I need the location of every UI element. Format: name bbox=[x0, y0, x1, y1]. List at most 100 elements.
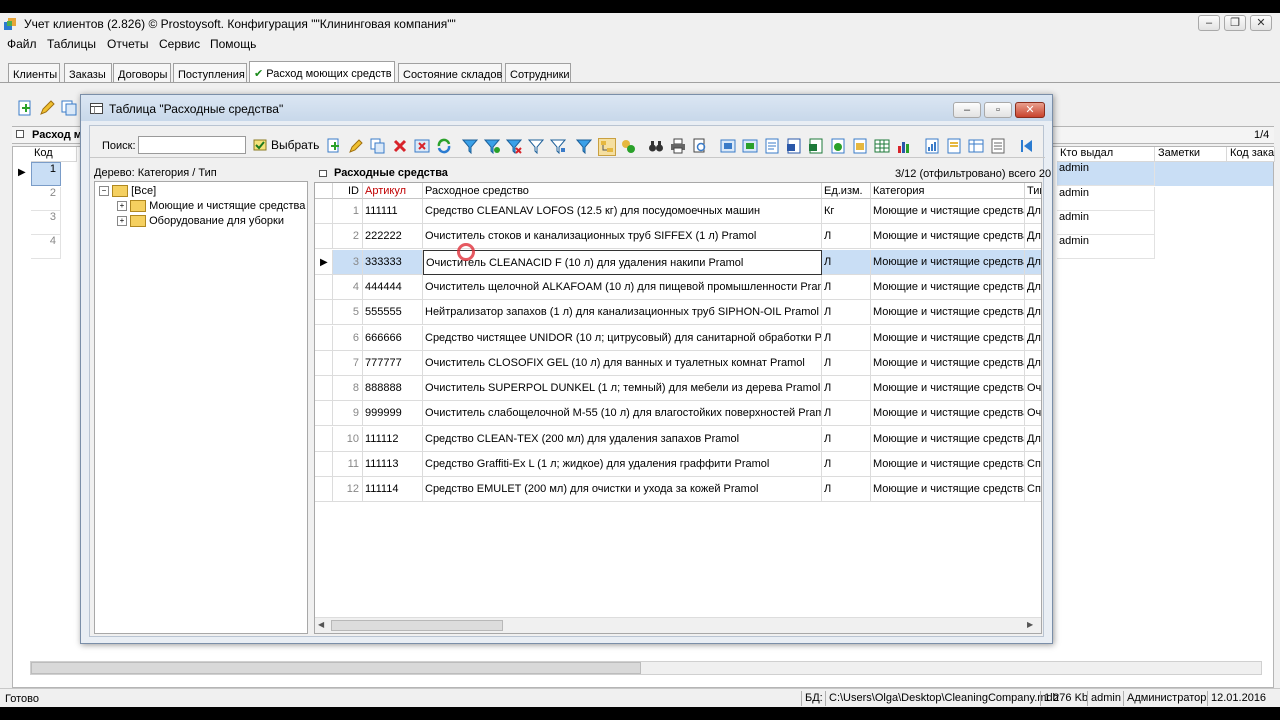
grid-cell-sku[interactable]: 111111 bbox=[363, 199, 423, 224]
tree-expand-icon[interactable]: + bbox=[117, 201, 127, 212]
grid-cell-category[interactable]: Моющие и чистящие средства bbox=[871, 300, 1025, 325]
col-header-code[interactable]: Код bbox=[31, 147, 77, 162]
maximize-button[interactable]: ❐ bbox=[1224, 15, 1246, 31]
grid-cell-category[interactable]: Моющие и чистящие средства bbox=[871, 351, 1025, 376]
grid-cell-id[interactable]: 6 bbox=[333, 326, 363, 351]
grid-cell-unit[interactable]: Л bbox=[822, 351, 871, 376]
grid-cell-sku[interactable]: 444444 bbox=[363, 275, 423, 300]
grid-cell-category[interactable]: Моющие и чистящие средства bbox=[871, 427, 1025, 452]
delete-all-icon[interactable] bbox=[414, 138, 430, 154]
grid-cell-name[interactable]: Нейтрализатор запахов (1 л) для канализа… bbox=[423, 300, 822, 325]
menu-help[interactable]: Помощь bbox=[210, 37, 256, 51]
grid-cell-type[interactable]: Очис bbox=[1025, 401, 1041, 426]
grid-cell-type[interactable]: Для bbox=[1025, 224, 1041, 249]
main-row-code[interactable]: 1 bbox=[31, 162, 61, 186]
tab-consumption[interactable]: ✔ Расход моющих средств bbox=[249, 61, 395, 83]
grid-cell-name[interactable]: Средство CLEAN-TEX (200 мл) для удаления… bbox=[423, 427, 822, 452]
grid-cell-unit[interactable]: Л bbox=[822, 427, 871, 452]
dialog-close-button[interactable]: ✕ bbox=[1015, 102, 1045, 118]
grid-cell-unit[interactable]: Л bbox=[822, 224, 871, 249]
add-record-icon[interactable] bbox=[326, 138, 342, 154]
edit-pencil-icon[interactable] bbox=[348, 138, 364, 154]
grid-cell-category[interactable]: Моющие и чистящие средства bbox=[871, 224, 1025, 249]
grid-cell-category[interactable]: Моющие и чистящие средства bbox=[871, 275, 1025, 300]
tab-clients[interactable]: Клиенты bbox=[8, 63, 60, 83]
filter-clear-icon[interactable] bbox=[528, 138, 544, 154]
group-icon[interactable] bbox=[620, 138, 636, 154]
grid-cell-sku[interactable]: 333333 bbox=[363, 250, 423, 275]
col-header-notes[interactable]: Заметки bbox=[1155, 147, 1227, 162]
tree-view-toggle-icon[interactable] bbox=[598, 138, 616, 156]
main-scroll-thumb[interactable] bbox=[31, 662, 641, 674]
row-indicator[interactable] bbox=[315, 326, 333, 351]
tree-root[interactable]: − [Все] bbox=[99, 185, 156, 198]
grid-cell-id[interactable]: 11 bbox=[333, 452, 363, 477]
search-input[interactable] bbox=[138, 136, 246, 154]
dialog-maximize-button[interactable]: ▫ bbox=[984, 102, 1012, 118]
main-row-issued-by[interactable]: admin bbox=[1057, 187, 1155, 211]
copy-record-icon[interactable] bbox=[370, 138, 386, 154]
row-indicator[interactable] bbox=[315, 351, 333, 376]
go-first-icon[interactable] bbox=[1018, 138, 1034, 154]
main-row-issued-by[interactable]: admin bbox=[1057, 211, 1155, 235]
settings-list-icon[interactable] bbox=[990, 138, 1006, 154]
grid-cell-id[interactable]: 4 bbox=[333, 275, 363, 300]
col-header-issued-by[interactable]: Кто выдал bbox=[1057, 147, 1155, 162]
row-indicator[interactable] bbox=[315, 300, 333, 325]
grid-cell-category[interactable]: Моющие и чистящие средства bbox=[871, 376, 1025, 401]
col-header-order-code[interactable]: Код зака bbox=[1227, 147, 1275, 162]
grid-cell-category[interactable]: Моющие и чистящие средства bbox=[871, 199, 1025, 224]
main-row-code[interactable]: 2 bbox=[31, 187, 61, 211]
grid-cell-sku[interactable]: 777777 bbox=[363, 351, 423, 376]
row-indicator[interactable] bbox=[315, 376, 333, 401]
col-header-category[interactable]: Категория bbox=[871, 183, 1025, 199]
grid-cell-type[interactable]: Для bbox=[1025, 199, 1041, 224]
report-icon[interactable] bbox=[924, 138, 940, 154]
grid-cell-unit[interactable]: Л bbox=[822, 452, 871, 477]
filter-icon[interactable] bbox=[462, 138, 478, 154]
grid-cell-sku[interactable]: 999999 bbox=[363, 401, 423, 426]
main-row-code[interactable]: 3 bbox=[31, 211, 61, 235]
grid-cell-type[interactable]: Для bbox=[1025, 427, 1041, 452]
tree-collapse-icon[interactable]: − bbox=[99, 186, 109, 197]
grid-cell-unit[interactable]: Л bbox=[822, 376, 871, 401]
row-indicator[interactable] bbox=[315, 452, 333, 477]
delete-icon[interactable] bbox=[392, 138, 408, 154]
grid-cell-name[interactable]: Очиститель CLOSOFIX GEL (10 л) для ванны… bbox=[423, 351, 822, 376]
export-icon[interactable] bbox=[720, 138, 736, 154]
export-text-icon[interactable] bbox=[764, 138, 780, 154]
find-binoculars-icon[interactable] bbox=[648, 138, 664, 154]
grid-cell-name[interactable]: Средство EMULET (200 мл) для очистки и у… bbox=[423, 477, 822, 502]
row-indicator[interactable] bbox=[315, 224, 333, 249]
export-xml-icon[interactable] bbox=[852, 138, 868, 154]
grid-cell-id[interactable]: 5 bbox=[333, 300, 363, 325]
tree-filter-icon[interactable] bbox=[576, 138, 592, 154]
grid-cell-id[interactable]: 3 bbox=[333, 250, 363, 275]
scroll-right-icon[interactable]: ▶ bbox=[1027, 620, 1033, 629]
grid-scroll-thumb[interactable] bbox=[331, 620, 503, 631]
tab-employees[interactable]: Сотрудники bbox=[505, 63, 571, 83]
refresh-icon[interactable] bbox=[436, 138, 452, 154]
grid-cell-category[interactable]: Моющие и чистящие средства bbox=[871, 401, 1025, 426]
grid-cell-id[interactable]: 2 bbox=[333, 224, 363, 249]
import-icon[interactable] bbox=[742, 138, 758, 154]
print-preview-icon[interactable] bbox=[692, 138, 708, 154]
col-header-type[interactable]: Тип bbox=[1025, 183, 1041, 199]
grid-cell-type[interactable]: Спец bbox=[1025, 477, 1041, 502]
add-record-icon[interactable] bbox=[16, 99, 34, 117]
grid-cell-id[interactable]: 7 bbox=[333, 351, 363, 376]
tree-expand-icon[interactable]: + bbox=[117, 216, 127, 227]
tab-receipts[interactable]: Поступления bbox=[173, 63, 247, 83]
main-horizontal-scrollbar[interactable] bbox=[30, 661, 1262, 675]
grid-cell-category[interactable]: Моющие и чистящие средства bbox=[871, 477, 1025, 502]
grid-cell-type[interactable]: Спец bbox=[1025, 452, 1041, 477]
grid-cell-name[interactable]: Очиститель щелочной ALKAFOAM (10 л) для … bbox=[423, 275, 822, 300]
grid-cell-id[interactable]: 9 bbox=[333, 401, 363, 426]
grid-cell-sku[interactable]: 111112 bbox=[363, 427, 423, 452]
grid-cell-unit[interactable]: Л bbox=[822, 250, 871, 275]
filter-remove-icon[interactable] bbox=[506, 138, 522, 154]
col-header-unit[interactable]: Ед.изм. bbox=[822, 183, 871, 199]
export-word-icon[interactable] bbox=[786, 138, 802, 154]
col-header-name[interactable]: Расходное средство bbox=[423, 183, 822, 199]
grid-cell-unit[interactable]: Л bbox=[822, 401, 871, 426]
